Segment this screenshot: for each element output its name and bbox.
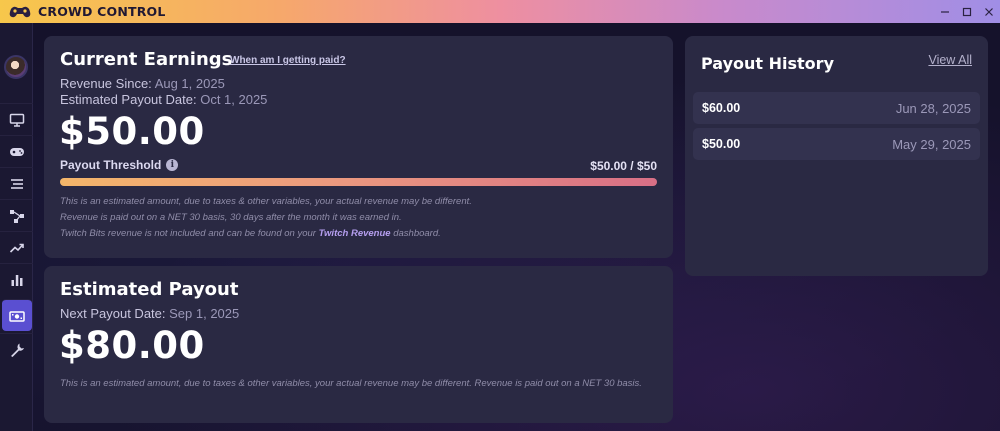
nav-settings[interactable] — [0, 333, 33, 365]
earnings-note-net30: Revenue is paid out on a NET 30 basis, 3… — [60, 212, 402, 223]
sidebar — [0, 23, 33, 431]
gamepad-icon — [9, 147, 24, 156]
payout-history-title: Payout History — [701, 54, 834, 73]
payout-date-line: Estimated Payout Date: Oct 1, 2025 — [60, 92, 267, 107]
estimated-payout-amount: $80.00 — [59, 324, 205, 367]
payout-date-label: Estimated Payout Date: — [60, 92, 197, 107]
payout-history-card: Payout History View All $60.00 Jun 28, 2… — [685, 36, 988, 276]
revenue-since-label: Revenue Since: — [60, 76, 152, 91]
next-payout-label: Next Payout Date: — [60, 306, 166, 321]
current-earnings-amount: $50.00 — [59, 110, 205, 153]
monitor-icon — [9, 113, 24, 127]
payout-history-amount: $60.00 — [702, 101, 741, 115]
nav-trends[interactable] — [0, 231, 33, 263]
estimated-payout-card: Estimated Payout Next Payout Date: Sep 1… — [44, 266, 673, 423]
avatar[interactable] — [4, 55, 28, 79]
payout-history-row[interactable]: $60.00 Jun 28, 2025 — [693, 92, 980, 124]
flow-icon — [9, 209, 24, 223]
payout-history-date: May 29, 2025 — [892, 136, 971, 152]
trending-icon — [9, 243, 24, 253]
crowd-control-logo-icon — [8, 4, 32, 20]
maximize-button[interactable] — [956, 0, 978, 23]
earnings-note-estimate: This is an estimated amount, due to taxe… — [60, 196, 472, 207]
current-earnings-title: Current Earnings — [60, 49, 233, 70]
twitch-revenue-link[interactable]: Twitch Revenue — [319, 228, 391, 239]
estimated-payout-title: Estimated Payout — [60, 279, 239, 300]
nav-effects[interactable] — [0, 167, 33, 199]
payout-history-date: Jun 28, 2025 — [895, 100, 971, 116]
earnings-note-bits-suffix: dashboard. — [393, 228, 441, 239]
bar-chart-icon — [11, 274, 22, 286]
payout-date-value: Oct 1, 2025 — [200, 92, 268, 107]
payout-history-row[interactable]: $50.00 May 29, 2025 — [693, 128, 980, 160]
next-payout-line: Next Payout Date: Sep 1, 2025 — [60, 306, 239, 321]
payout-history-amount: $50.00 — [702, 137, 741, 151]
money-icon — [9, 310, 25, 322]
revenue-since-line: Revenue Since: Aug 1, 2025 — [60, 76, 225, 91]
nav-games[interactable] — [0, 135, 33, 167]
earnings-note-bits: Twitch Bits revenue is not included and … — [60, 226, 660, 242]
nav-integrations[interactable] — [0, 199, 33, 231]
payout-threshold-label: Payout Threshold i — [60, 158, 179, 172]
payment-help-link[interactable]: When am I getting paid? — [230, 55, 346, 66]
current-earnings-card: Current Earnings When am I getting paid?… — [44, 36, 673, 258]
title-bar: CROWD CONTROL — [0, 0, 1000, 23]
close-button[interactable] — [978, 0, 1000, 23]
earnings-notes: This is an estimated amount, due to taxe… — [60, 194, 660, 242]
payout-threshold-progress — [60, 178, 657, 186]
next-payout-value: Sep 1, 2025 — [169, 306, 240, 321]
info-icon[interactable]: i — [166, 159, 179, 171]
earnings-note-bits-prefix: Twitch Bits revenue is not included and … — [60, 228, 316, 239]
list-icon — [10, 178, 23, 189]
wrench-icon — [10, 343, 24, 357]
nav-earnings[interactable] — [2, 299, 32, 331]
app-title: CROWD CONTROL — [38, 4, 166, 19]
view-all-link[interactable]: View All — [928, 53, 972, 67]
payout-threshold-text: Payout Threshold — [60, 158, 162, 172]
payout-note: This is an estimated amount, due to taxe… — [60, 378, 642, 389]
payout-threshold-progress-fill — [60, 178, 657, 186]
minimize-button[interactable] — [934, 0, 956, 23]
payout-threshold-value: $50.00 / $50 — [590, 159, 657, 173]
revenue-since-value: Aug 1, 2025 — [154, 76, 225, 91]
nav-stats[interactable] — [0, 263, 33, 295]
nav-dashboard[interactable] — [0, 103, 33, 135]
